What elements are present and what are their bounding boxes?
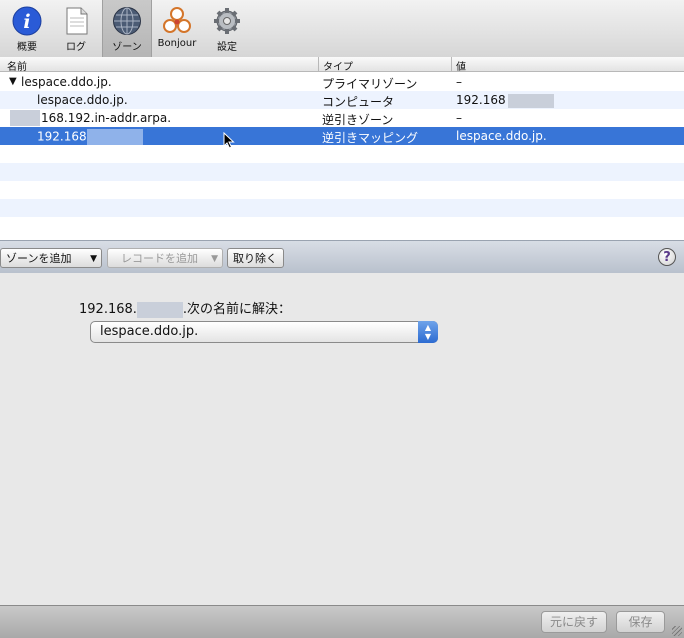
redacted-block [10, 110, 40, 126]
toolbar: i 概要 ログ ゾーン Bonjour 設定 [0, 0, 684, 58]
toolbar-bonjour-label: Bonjour [157, 38, 197, 49]
ip-prefix: 192.168. [79, 302, 137, 317]
gear-icon [212, 6, 242, 36]
resize-grip-icon[interactable] [672, 626, 682, 636]
chevron-down-icon: ▼ [211, 254, 218, 264]
detail-pane: 192.168. .次の名前に解決： lespace.ddo.jp. ▲ ▼ [0, 273, 684, 605]
resolve-label: .次の名前に解決： [182, 302, 292, 317]
toolbar-settings-button[interactable]: 設定 [205, 2, 249, 55]
row-type: コンピュータ [322, 95, 395, 109]
add-record-popup-button[interactable]: レコードを追加 ▼ [107, 248, 223, 268]
add-record-label: レコードを追加 [121, 252, 198, 265]
toolbar-settings-label: 設定 [217, 42, 237, 53]
row-name: lespace.ddo.jp. [21, 75, 112, 89]
chevron-down-icon: ▼ [90, 254, 97, 264]
help-icon[interactable]: ? [658, 248, 676, 266]
row-type: プライマリゾーン [322, 77, 418, 91]
row-value: 192.168 [456, 93, 506, 107]
document-icon [61, 6, 91, 36]
toolbar-zone-label: ゾーン [112, 42, 142, 53]
row-value: – [456, 75, 462, 89]
add-zone-popup-button[interactable]: ゾーンを追加 ▼ [0, 248, 102, 268]
row-value: lespace.ddo.jp. [456, 129, 547, 143]
bonjour-icon [162, 6, 192, 36]
bottom-bar: 元に戻す 保存 [0, 605, 684, 638]
redacted-block [136, 301, 183, 318]
toolbar-overview-label: 概要 [17, 42, 37, 53]
add-zone-label: ゾーンを追加 [6, 252, 72, 265]
table-row[interactable]: ▼ lespace.ddo.jp. プライマリゾーン – [0, 73, 684, 91]
table-header: 名前 タイプ 値 [0, 57, 684, 73]
row-value: – [456, 111, 462, 125]
remove-label: 取り除く [233, 252, 277, 265]
row-name: 168.192.in-addr.arpa. [41, 111, 172, 125]
row-name-wrap: 192.168 [37, 129, 143, 145]
remove-button[interactable]: 取り除く [227, 248, 284, 268]
revert-button[interactable]: 元に戻す [541, 611, 607, 633]
toolbar-bonjour-button[interactable]: Bonjour [155, 2, 199, 55]
toolbar-overview-button[interactable]: i 概要 [5, 2, 49, 55]
row-name: 192.168 [37, 129, 87, 144]
table-row[interactable]: lespace.ddo.jp. コンピュータ 192.168 [0, 91, 684, 109]
save-button[interactable]: 保存 [616, 611, 665, 633]
hostname-select-value: lespace.ddo.jp. [100, 324, 199, 339]
table-row[interactable]: 168.192.in-addr.arpa. 逆引きゾーン – [0, 109, 684, 127]
redacted-block [507, 93, 554, 108]
column-header-value[interactable]: 値 [456, 58, 466, 73]
globe-icon [112, 6, 142, 36]
table-action-bar: ゾーンを追加 ▼ レコードを追加 ▼ 取り除く ? [0, 240, 684, 274]
row-name: lespace.ddo.jp. [37, 93, 128, 107]
resolve-label-row: 192.168. .次の名前に解決： [79, 298, 291, 318]
zone-table: 名前 タイプ 値 ▼ lespace.ddo.jp. プライマリゾーン – le… [0, 57, 684, 240]
toolbar-zone-button[interactable]: ゾーン [102, 0, 152, 57]
redacted-block [86, 129, 143, 145]
row-value-wrap: 192.168 [456, 93, 554, 108]
row-type: 逆引きゾーン [322, 113, 394, 127]
table-row-selected[interactable]: 192.168 逆引きマッピング lespace.ddo.jp. [0, 127, 684, 149]
toolbar-log-button[interactable]: ログ [54, 2, 98, 55]
updown-arrows-icon: ▲ ▼ [418, 321, 438, 343]
svg-text:i: i [23, 11, 30, 33]
hostname-select[interactable]: lespace.ddo.jp. ▲ ▼ [90, 321, 438, 343]
column-header-type[interactable]: タイプ [323, 58, 353, 73]
column-header-name[interactable]: 名前 [7, 58, 27, 73]
info-icon: i [12, 6, 42, 36]
disclosure-triangle-icon[interactable]: ▼ [9, 76, 17, 87]
toolbar-log-label: ログ [66, 42, 86, 53]
row-type: 逆引きマッピング [322, 131, 419, 145]
